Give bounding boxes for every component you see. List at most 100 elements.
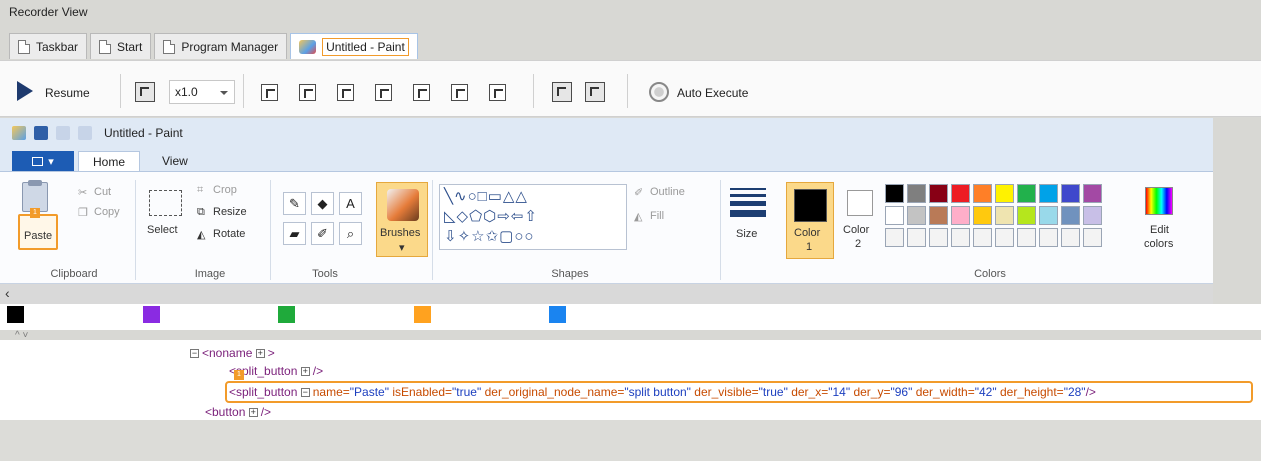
tab-home[interactable]: Home <box>78 151 141 171</box>
paste-split-button[interactable]: Paste <box>18 214 58 250</box>
color-chip-orange[interactable] <box>414 306 431 323</box>
palette-swatch[interactable] <box>1083 206 1102 225</box>
select-button[interactable]: Select <box>147 224 178 236</box>
palette-swatch[interactable] <box>1083 184 1102 203</box>
palette-swatch[interactable] <box>1061 206 1080 225</box>
collapse-icon[interactable]: − <box>300 388 310 398</box>
palette-swatch[interactable] <box>1017 228 1036 247</box>
toolbar-divider <box>120 74 121 108</box>
zoom-select[interactable]: x1.0 <box>169 80 235 104</box>
tree-node-button[interactable]: <button +/> <box>205 405 271 419</box>
size-button[interactable]: Size <box>736 228 757 240</box>
palette-swatch[interactable] <box>951 184 970 203</box>
palette-swatch[interactable] <box>907 184 926 203</box>
copy-button[interactable]: Copy <box>94 206 120 218</box>
rotate-button[interactable]: Rotate <box>213 228 245 240</box>
horizontal-scrollbar[interactable]: ‹ <box>0 284 1213 304</box>
pencil-icon[interactable]: ✎ <box>283 192 306 215</box>
tab-start[interactable]: Start <box>90 33 152 59</box>
snapshot-icon[interactable] <box>135 82 155 102</box>
expand-icon[interactable]: + <box>248 408 258 418</box>
save-icon[interactable] <box>34 126 48 140</box>
palette-swatch[interactable] <box>973 228 992 247</box>
move-up-left-icon[interactable] <box>299 84 316 101</box>
palette-swatch[interactable] <box>995 228 1014 247</box>
palette-swatch[interactable] <box>951 228 970 247</box>
palette-swatch[interactable] <box>951 206 970 225</box>
undo-icon[interactable] <box>56 126 70 140</box>
ribbon: Paste 1 ✂ Cut ❐ Copy Clipboard Select ⌗ … <box>0 171 1213 284</box>
play-icon[interactable] <box>17 81 33 101</box>
palette-swatch[interactable] <box>885 184 904 203</box>
eraser-icon[interactable]: ▰ <box>283 222 306 245</box>
quick-access-toolbar: Untitled - Paint <box>0 118 1213 148</box>
color-chip-black[interactable] <box>7 306 24 323</box>
expand-icon[interactable]: + <box>300 367 310 377</box>
brushes-button[interactable]: Brushes ▾ <box>376 182 428 257</box>
palette-swatch[interactable] <box>1061 184 1080 203</box>
move-down-right-icon[interactable] <box>337 84 354 101</box>
size-icon[interactable] <box>730 188 766 221</box>
palette-swatch[interactable] <box>885 228 904 247</box>
fill-button[interactable]: Fill <box>650 210 664 222</box>
move-bottom-right-icon[interactable] <box>375 84 392 101</box>
palette-swatch[interactable] <box>929 228 948 247</box>
brush-icon <box>387 189 419 221</box>
shapes-gallery[interactable]: ╲∿○□▭△△ ◺◇⬠⬡⇨⇦⇧ ⇩✧☆✩▢○○ <box>439 184 627 250</box>
auto-execute-toggle[interactable] <box>649 82 669 102</box>
color-1-button[interactable]: Color 1 <box>786 182 834 259</box>
tab-taskbar[interactable]: Taskbar <box>9 33 88 59</box>
tab-view[interactable]: View <box>148 151 202 171</box>
text-tool-button[interactable]: A <box>339 192 362 215</box>
palette-swatch[interactable] <box>995 206 1014 225</box>
palette-swatch[interactable] <box>1039 228 1058 247</box>
edit-colors-icon[interactable] <box>1145 187 1173 215</box>
color-picker-icon[interactable]: ✐ <box>311 222 334 245</box>
palette-swatch[interactable] <box>907 206 926 225</box>
element-tree: − <noname + > <split_button +/> 1 <split_b… <box>0 340 1261 420</box>
palette-swatch[interactable] <box>995 184 1014 203</box>
file-menu-button[interactable]: ▾ <box>12 151 74 171</box>
highlight-badge: 1 <box>30 208 40 218</box>
edit-colors-button[interactable]: Edit <box>1150 224 1169 236</box>
cut-button[interactable]: Cut <box>94 186 111 198</box>
chevron-left-icon[interactable]: ‹ <box>5 285 10 301</box>
palette-swatch[interactable] <box>973 184 992 203</box>
palette-swatch[interactable] <box>1061 228 1080 247</box>
move-top-left-icon[interactable] <box>261 84 278 101</box>
palette-swatch[interactable] <box>973 206 992 225</box>
palette-swatch[interactable] <box>1017 206 1036 225</box>
collapse-icon[interactable]: − <box>190 349 199 359</box>
tree-node-noname[interactable]: − <noname + > <box>190 346 275 360</box>
palette-swatch[interactable] <box>907 228 926 247</box>
stop-icon[interactable] <box>489 84 506 101</box>
crop-button[interactable]: Crop <box>213 184 237 196</box>
palette-swatch[interactable] <box>1017 184 1036 203</box>
tab-program-manager[interactable]: Program Manager <box>154 33 288 59</box>
color-chip-purple[interactable] <box>143 306 160 323</box>
palette-swatch[interactable] <box>1083 228 1102 247</box>
window-capture-icon[interactable] <box>552 82 572 102</box>
tree-node-selected[interactable]: <split_button − name="Paste" isEnabled="t… <box>225 381 1253 403</box>
tab-untitled-paint[interactable]: Untitled - Paint <box>290 33 418 59</box>
move-down-icon[interactable] <box>451 84 468 101</box>
fill-bucket-icon[interactable]: ◆ <box>311 192 334 215</box>
window-restore-icon[interactable] <box>585 82 605 102</box>
resize-button[interactable]: Resize <box>213 206 247 218</box>
move-up-icon[interactable] <box>413 84 430 101</box>
palette-swatch[interactable] <box>885 206 904 225</box>
outline-button[interactable]: Outline <box>650 186 685 198</box>
outline-icon: ✐ <box>634 187 644 199</box>
shapes-row-2: ◺◇⬠⬡⇨⇦⇧ <box>444 208 538 225</box>
expand-icon[interactable]: + <box>255 349 265 359</box>
color-chip-green[interactable] <box>278 306 295 323</box>
color-chip-blue[interactable] <box>549 306 566 323</box>
resume-button[interactable]: Resume <box>45 86 90 100</box>
palette-swatch[interactable] <box>1039 184 1058 203</box>
select-icon[interactable] <box>149 190 182 216</box>
palette-swatch[interactable] <box>1039 206 1058 225</box>
redo-icon[interactable] <box>78 126 92 140</box>
magnifier-icon[interactable]: ⌕ <box>339 222 362 245</box>
palette-swatch[interactable] <box>929 184 948 203</box>
palette-swatch[interactable] <box>929 206 948 225</box>
